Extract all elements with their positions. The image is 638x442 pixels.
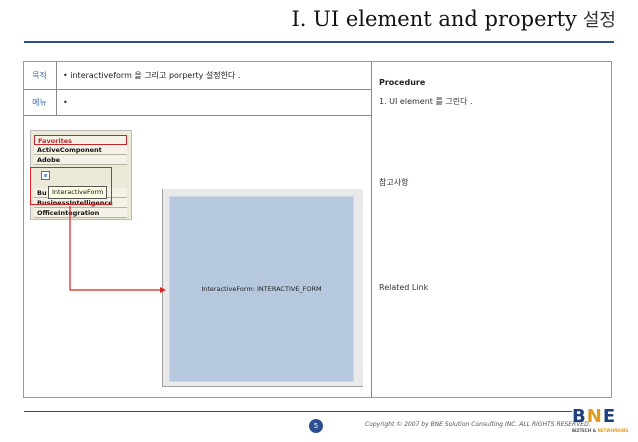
footer-rule <box>24 411 572 412</box>
arrow-connector-icon <box>69 206 166 293</box>
copyright-text: Copyright © 2007 by BNE Solution Consult… <box>365 421 591 428</box>
page-number: 5 <box>309 419 323 433</box>
logo-wordmark: BNE <box>572 406 617 427</box>
company-logo: BNE BIZTECH & NETWORKING <box>572 406 629 436</box>
logo-subtitle: BIZTECH & NETWORKING <box>572 428 629 433</box>
